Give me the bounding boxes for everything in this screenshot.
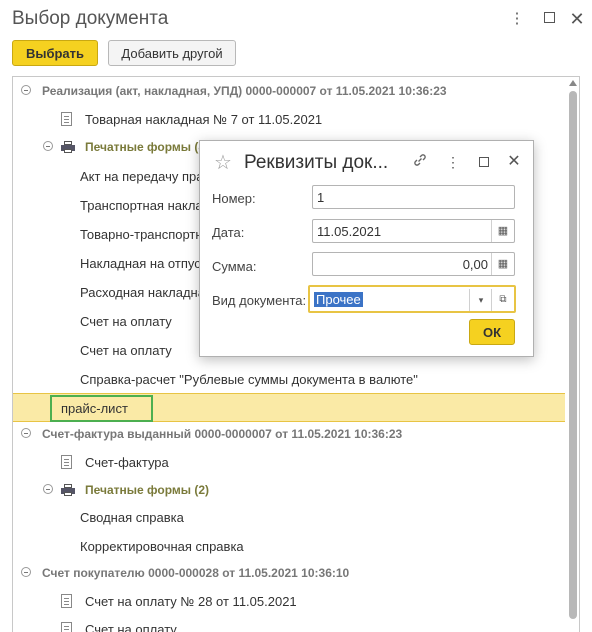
number-value: 1 <box>317 190 325 205</box>
favorite-star-icon[interactable]: ☆ <box>214 150 232 175</box>
vertical-scrollbar[interactable] <box>569 91 577 619</box>
tree-item-row-selected[interactable]: прайс-лист <box>13 393 565 422</box>
group-label: Счет-фактура выданный 0000-0000007 от 11… <box>42 427 403 441</box>
maximize-icon[interactable] <box>538 8 560 30</box>
doctype-value: Прочее <box>314 292 363 307</box>
print-forms-label: Печатные формы (8) <box>85 140 209 154</box>
tree-item-row[interactable]: Справка-расчет "Рублевые суммы документа… <box>13 365 565 394</box>
document-icon <box>61 112 72 126</box>
tree-doc-row[interactable]: Товарная накладная № 7 от 11.05.2021 <box>13 105 565 134</box>
doc-label: Счет-фактура <box>85 455 169 470</box>
sum-field[interactable]: 0,00 ▦ <box>312 252 515 276</box>
calculator-icon[interactable]: ▦ <box>491 253 514 275</box>
close-icon[interactable]: ✕ <box>504 152 524 172</box>
item-label: Акт на передачу прав <box>80 169 211 184</box>
ok-button[interactable]: ОК <box>469 319 515 345</box>
more-menu-icon[interactable]: ⋮ <box>506 8 528 30</box>
item-label: Корректировочная справка <box>80 539 244 554</box>
date-field[interactable]: 11.05.2021 ▦ <box>312 219 515 243</box>
window-title: Выбор документа <box>12 8 169 29</box>
dropdown-icon[interactable]: ▾ <box>469 289 492 311</box>
close-icon[interactable]: ✕ <box>566 8 588 30</box>
print-forms-label: Печатные формы (2) <box>85 483 209 497</box>
collapse-icon[interactable] <box>21 85 31 95</box>
document-icon <box>61 594 72 608</box>
tree-group-row[interactable]: Счет покупателю 0000-000028 от 11.05.202… <box>13 559 565 588</box>
date-label: Дата: <box>212 225 245 240</box>
sum-value: 0,00 <box>462 257 488 272</box>
title-bar: Выбор документа ⋮ ✕ <box>0 0 592 38</box>
item-label: Расходная накладная <box>80 285 213 300</box>
item-label: Справка-расчет "Рублевые суммы документа… <box>80 372 418 387</box>
number-field[interactable]: 1 <box>312 185 515 209</box>
tree-doc-row[interactable]: Счет на оплату № 28 от 11.05.2021 <box>13 587 565 616</box>
tree-doc-row[interactable]: Счет на оплату <box>13 615 565 632</box>
group-label: Счет покупателю 0000-000028 от 11.05.202… <box>42 566 350 580</box>
collapse-icon[interactable] <box>21 428 31 438</box>
maximize-icon[interactable] <box>474 152 494 172</box>
requisites-dialog: ☆ Реквизиты док... ⋮ ✕ Номер: 1 Дата: 11… <box>199 140 534 357</box>
collapse-icon[interactable] <box>21 567 31 577</box>
doctype-field[interactable]: Прочее ▾ ⧉ <box>308 285 516 313</box>
item-label: прайс-лист <box>61 401 128 416</box>
doctype-label: Вид документа: <box>212 293 307 308</box>
link-icon[interactable] <box>410 152 430 172</box>
sum-label: Сумма: <box>212 259 257 274</box>
tree-doc-row[interactable]: Счет-фактура <box>13 448 565 477</box>
add-other-button[interactable]: Добавить другой <box>108 40 236 66</box>
document-icon <box>61 622 72 632</box>
collapse-icon[interactable] <box>43 484 53 494</box>
date-value: 11.05.2021 <box>317 224 382 239</box>
collapse-icon[interactable] <box>43 141 53 151</box>
dialog-title: Реквизиты док... <box>244 152 389 173</box>
tree-group-row[interactable]: Счет-фактура выданный 0000-0000007 от 11… <box>13 420 565 449</box>
more-menu-icon[interactable]: ⋮ <box>443 152 463 172</box>
scroll-up-arrow-icon[interactable] <box>569 80 577 86</box>
item-label: Сводная справка <box>80 510 184 525</box>
printer-icon <box>61 484 75 496</box>
doc-label: Счет на оплату № 28 от 11.05.2021 <box>85 594 297 609</box>
number-label: Номер: <box>212 191 256 206</box>
open-icon[interactable]: ⧉ <box>491 289 514 311</box>
tree-item-row[interactable]: Сводная справка <box>13 503 565 532</box>
document-icon <box>61 455 72 469</box>
tree-item-row[interactable]: Корректировочная справка <box>13 532 565 561</box>
group-label: Реализация (акт, накладная, УПД) 0000-00… <box>42 84 447 98</box>
item-label: Счет на оплату <box>80 314 172 329</box>
calendar-icon[interactable]: ▦ <box>491 220 514 242</box>
doc-label: Товарная накладная № 7 от 11.05.2021 <box>85 112 323 127</box>
doc-label: Счет на оплату <box>85 622 177 632</box>
item-label: Счет на оплату <box>80 343 172 358</box>
tree-print-forms-row[interactable]: Печатные формы (2) <box>13 476 565 505</box>
tree-group-row[interactable]: Реализация (акт, накладная, УПД) 0000-00… <box>13 77 565 106</box>
select-button[interactable]: Выбрать <box>12 40 98 66</box>
printer-icon <box>61 141 75 153</box>
